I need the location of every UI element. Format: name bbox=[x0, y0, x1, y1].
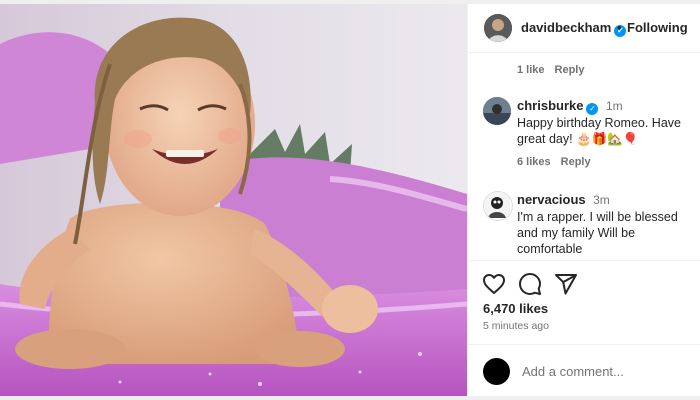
comment-time[interactable]: 1m bbox=[606, 99, 623, 113]
bottom-divider bbox=[0, 396, 700, 400]
comment-nervacious: nervacious 3m I'm a rapper. I will be bl… bbox=[517, 191, 700, 257]
post-timestamp[interactable]: 5 minutes ago bbox=[483, 320, 549, 332]
instagram-post-page: davidbeckham ✓ • Following 1 like Reply ch… bbox=[0, 0, 700, 400]
verified-badge-icon: ✓ bbox=[586, 103, 599, 115]
add-comment-divider bbox=[468, 344, 700, 345]
comment-username[interactable]: chrisburke bbox=[517, 98, 583, 113]
comment-reply-button[interactable]: Reply bbox=[561, 156, 591, 168]
comment-username[interactable]: nervacious bbox=[517, 192, 586, 207]
likes-count[interactable]: 6,470 likes bbox=[483, 301, 548, 316]
author-avatar-image bbox=[484, 14, 512, 42]
author-username-text[interactable]: davidbeckham bbox=[521, 20, 611, 35]
comment-meta: 6 likes Reply bbox=[517, 156, 591, 168]
author-avatar[interactable] bbox=[484, 14, 512, 42]
comment-chrisburke: chrisburke ✓ 1m Happy birthday Romeo. Hav… bbox=[517, 97, 699, 147]
post-header: davidbeckham ✓ • Following bbox=[468, 4, 700, 53]
reply-meta: 1 like Reply bbox=[517, 64, 585, 76]
chrisburke-avatar-image bbox=[483, 97, 511, 125]
nervacious-avatar-image bbox=[484, 192, 510, 218]
comment-text: Happy birthday Romeo. Have great day! 🎂🎁… bbox=[517, 116, 681, 146]
actions-divider bbox=[468, 260, 700, 261]
current-user-avatar bbox=[483, 358, 510, 385]
comment-avatar-chrisburke[interactable] bbox=[483, 97, 511, 125]
post-photo[interactable] bbox=[0, 4, 467, 396]
reply-likes-link[interactable]: 1 like bbox=[517, 64, 545, 76]
comment-likes-link[interactable]: 6 likes bbox=[517, 156, 551, 168]
reply-button[interactable]: Reply bbox=[555, 64, 585, 76]
post-side-panel: davidbeckham ✓ • Following 1 like Reply ch… bbox=[467, 4, 700, 396]
header-separator: • bbox=[617, 20, 622, 35]
heart-icon[interactable] bbox=[482, 272, 506, 296]
add-comment-input[interactable] bbox=[522, 364, 692, 379]
author-username[interactable]: davidbeckham ✓ bbox=[521, 20, 627, 37]
comment-icon[interactable] bbox=[518, 272, 542, 296]
comment-text: I'm a rapper. I will be blessed and my f… bbox=[517, 210, 678, 256]
following-button[interactable]: Following bbox=[627, 20, 688, 35]
comment-avatar-nervacious[interactable] bbox=[483, 191, 513, 221]
share-icon[interactable] bbox=[554, 272, 578, 296]
comment-time[interactable]: 3m bbox=[593, 193, 610, 207]
photo-image bbox=[0, 4, 467, 396]
